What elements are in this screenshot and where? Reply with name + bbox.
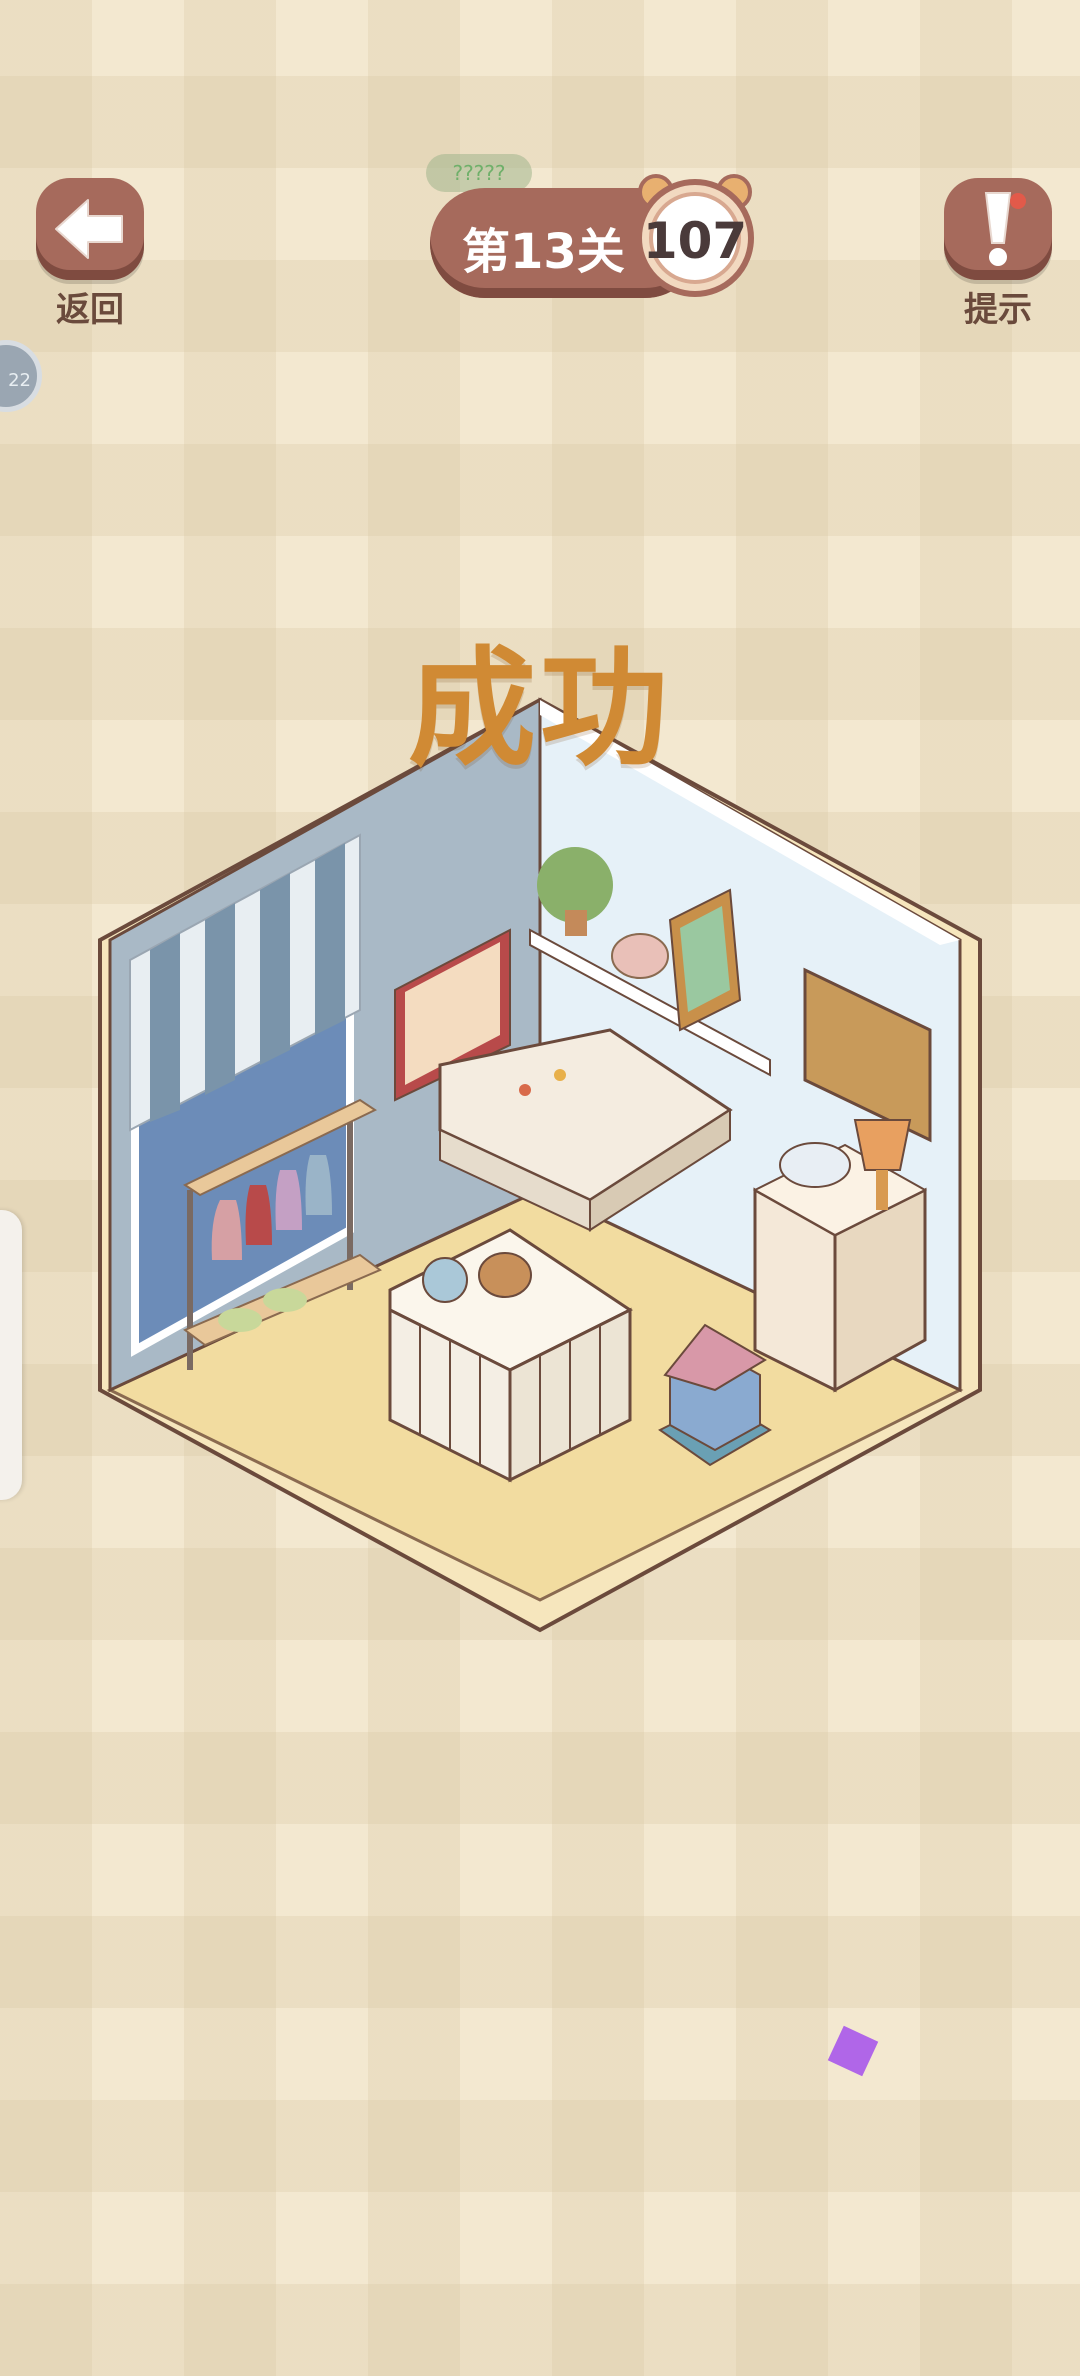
- side-avatar-button[interactable]: 22: [0, 340, 42, 412]
- confetti-piece: [827, 2025, 879, 2077]
- dresser: [752, 1119, 928, 1393]
- timer-value: 107: [642, 212, 748, 270]
- back-label: 返回: [56, 290, 124, 330]
- success-banner: 成功: [407, 635, 672, 784]
- hint-button[interactable]: [944, 178, 1052, 280]
- level-title: 第13关: [462, 224, 625, 280]
- arrow-left-icon: [55, 199, 123, 259]
- hint-label: 提示: [964, 290, 1032, 330]
- status-tag: ?????: [426, 154, 532, 192]
- room-scene: [98, 697, 982, 1633]
- exclamation-icon: [984, 192, 1026, 266]
- back-button[interactable]: [36, 178, 144, 280]
- side-drawer-handle[interactable]: [0, 1210, 22, 1500]
